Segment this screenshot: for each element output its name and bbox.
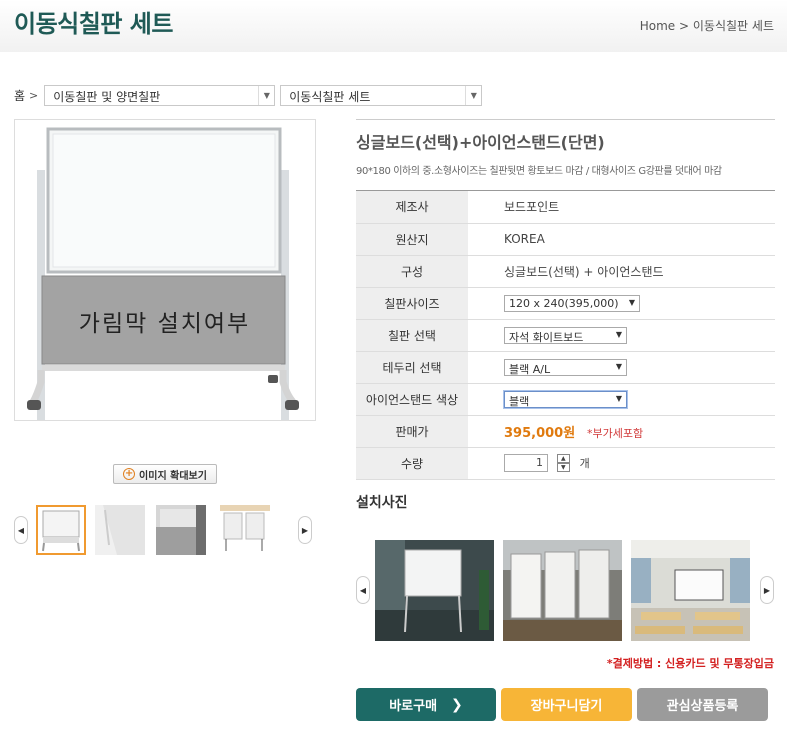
add-to-cart-label: 장바구니담기 [530, 699, 603, 714]
border-select[interactable]: 블랙 A/L ▼ [504, 358, 627, 376]
maker-value: 보드포인트 [468, 191, 775, 224]
chevron-right-icon: ❯ [451, 696, 463, 713]
subcategory-select-value: 이동식칠판 세트 [289, 89, 371, 104]
border-label: 테두리 선택 [356, 351, 468, 384]
breadcrumb-home[interactable]: Home [640, 19, 675, 33]
vat-note: *부가세포함 [587, 426, 644, 440]
origin-value: KOREA [468, 223, 775, 256]
whiteboard-stand-image [27, 127, 299, 470]
divider [356, 119, 775, 120]
quantity-input[interactable]: 1 [504, 454, 548, 472]
chevron-right-icon: ▶ [763, 585, 771, 595]
buy-now-label: 바로구매 [389, 699, 438, 714]
origin-label: 원산지 [356, 223, 468, 256]
quantity-stepper: ▲ ▼ [556, 454, 570, 472]
thumbnail-1[interactable] [36, 505, 86, 555]
add-to-wishlist-label: 관심상품등록 [666, 699, 739, 714]
photo-next-button[interactable]: ▶ [760, 576, 774, 604]
page-header: 이동식칠판 세트 Home > 이동식칠판 세트 [0, 0, 787, 52]
zoom-image-label: 이미지 확대보기 [139, 470, 207, 482]
subcategory-select[interactable]: 이동식칠판 세트 ▼ [280, 84, 483, 106]
breadcrumb-current: 이동식칠판 세트 [692, 19, 774, 33]
nav-separator: > [29, 88, 39, 102]
chevron-right-icon: ▶ [301, 525, 309, 535]
category-select[interactable]: 이동칠판 및 양면칠판 ▼ [44, 84, 276, 106]
spec-row: 테두리 선택 블랙 A/L ▼ [356, 351, 775, 384]
add-to-wishlist-button[interactable]: 관심상품등록 [637, 688, 768, 721]
main-product-image[interactable]: 가림막 설치여부 [14, 119, 316, 470]
chevron-down-icon: ▼ [615, 329, 622, 339]
install-photo-3[interactable] [631, 540, 750, 641]
product-name: 싱글보드(선택)+아이언스탠드(단면) [356, 133, 605, 152]
install-photos-title: 설치사진 [356, 495, 408, 511]
stand-color-select[interactable]: 블랙 ▼ [504, 390, 627, 408]
category-nav: 홈 > 이동칠판 및 양면칠판 ▼ 이동식칠판 세트 ▼ [14, 84, 483, 106]
install-photo-image [375, 540, 494, 641]
thumbnail-4[interactable] [220, 505, 270, 555]
page-title: 이동식칠판 세트 [14, 10, 173, 38]
spec-row: 제조사 보드포인트 [356, 191, 775, 224]
thumb-prev-button[interactable]: ◀ [14, 516, 28, 544]
spec-row: 아이언스탠드 색상 블랙 ▼ [356, 383, 775, 416]
stand-color-label: 아이언스탠드 색상 [356, 383, 468, 416]
thumbnail-image [95, 505, 145, 555]
plus-icon: + [123, 468, 136, 480]
chevron-left-icon: ◀ [359, 585, 367, 595]
breadcrumb-separator: > [679, 19, 690, 33]
screen-option-label: 가림막 설치여부 [78, 311, 251, 337]
increment-button[interactable]: ▲ [556, 454, 570, 463]
size-select[interactable]: 120 x 240(395,000) ▼ [504, 294, 640, 312]
thumbnail-3[interactable] [156, 505, 206, 555]
spec-row: 원산지 KOREA [356, 223, 775, 256]
size-select-value: 120 x 240(395,000) [509, 296, 619, 310]
spec-row: 구성 싱글보드(선택) + 아이언스탠드 [356, 255, 775, 288]
category-select-value: 이동칠판 및 양면칠판 [53, 89, 161, 104]
thumbnail-2[interactable] [95, 505, 145, 555]
thumb-next-button[interactable]: ▶ [298, 516, 312, 544]
decrement-button[interactable]: ▼ [556, 463, 570, 472]
add-to-cart-button[interactable]: 장바구니담기 [501, 688, 632, 721]
chevron-left-icon: ◀ [17, 525, 25, 535]
install-photo-2[interactable] [503, 540, 622, 641]
thumbnail-image [38, 507, 84, 553]
chevron-down-icon: ▼ [615, 393, 622, 403]
install-photo-image [503, 540, 622, 641]
chevron-down-icon: ▼ [615, 361, 622, 371]
zoom-image-button[interactable]: + 이미지 확대보기 [113, 464, 217, 484]
nav-home[interactable]: 홈 [14, 87, 25, 104]
install-photo-image [631, 540, 750, 641]
thumbnail-image [220, 505, 270, 555]
buy-now-button[interactable]: 바로구매 ❯ [356, 688, 496, 721]
thumbnail-image [156, 505, 206, 555]
product-description: 90*180 이하의 중.소형사이즈는 칠판뒷면 황토보드 마감 / 대형사이즈… [356, 166, 722, 177]
spec-row: 수량 1 ▲ ▼ 개 [356, 447, 775, 480]
breadcrumb: Home > 이동식칠판 세트 [640, 17, 774, 34]
price-value: 395,000원 [504, 425, 576, 441]
photo-prev-button[interactable]: ◀ [356, 576, 370, 604]
spec-row: 칠판사이즈 120 x 240(395,000) ▼ [356, 287, 775, 320]
quantity-unit: 개 [579, 456, 590, 470]
chevron-down-icon: ▼ [258, 85, 274, 105]
composition-label: 구성 [356, 255, 468, 288]
payment-method-note: *결제방법 : 신용카드 및 무통장입금 [606, 657, 774, 670]
maker-label: 제조사 [356, 191, 468, 224]
quantity-label: 수량 [356, 447, 468, 480]
spec-row: 칠판 선택 자석 화이트보드 ▼ [356, 319, 775, 352]
product-spec-table: 제조사 보드포인트 원산지 KOREA 구성 싱글보드(선택) + 아이언스탠드… [356, 191, 775, 480]
composition-value: 싱글보드(선택) + 아이언스탠드 [468, 255, 775, 288]
price-label: 판매가 [356, 415, 468, 448]
board-select-value: 자석 화이트보드 [509, 330, 584, 344]
size-label: 칠판사이즈 [356, 287, 468, 320]
board-select[interactable]: 자석 화이트보드 ▼ [504, 326, 627, 344]
install-photo-1[interactable] [375, 540, 494, 641]
border-select-value: 블랙 A/L [509, 362, 551, 376]
board-label: 칠판 선택 [356, 319, 468, 352]
stand-color-select-value: 블랙 [509, 394, 530, 408]
chevron-down-icon: ▼ [465, 85, 481, 105]
chevron-down-icon: ▼ [628, 297, 635, 307]
spec-row: 판매가 395,000원 *부가세포함 [356, 415, 775, 448]
